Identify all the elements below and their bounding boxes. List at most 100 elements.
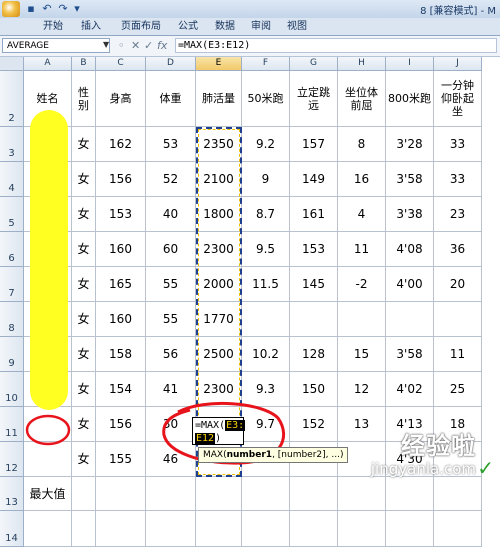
cell-h10[interactable]: 12 bbox=[338, 372, 386, 407]
cell-h5[interactable]: 4 bbox=[338, 197, 386, 232]
row-header-5[interactable]: 5 bbox=[0, 197, 24, 232]
col-header-a[interactable]: A bbox=[24, 57, 72, 71]
cell-d13[interactable] bbox=[146, 477, 196, 511]
formula-input[interactable]: =MAX(E3:E12) bbox=[175, 38, 497, 53]
insert-function-icon[interactable]: fx bbox=[157, 39, 167, 53]
col-header-f[interactable]: F bbox=[242, 57, 290, 71]
cell-f10[interactable]: 9.3 bbox=[242, 372, 290, 407]
cell-edit-box[interactable]: =MAX(E3: E12) bbox=[192, 417, 246, 445]
cell-c6[interactable]: 160 bbox=[96, 232, 146, 267]
cell-g2[interactable]: 立定跳 远 bbox=[290, 71, 338, 127]
cell-g14[interactable] bbox=[290, 511, 338, 547]
cell-i14[interactable] bbox=[386, 511, 434, 547]
cell-a12[interactable] bbox=[24, 442, 72, 477]
cell-c3[interactable]: 162 bbox=[96, 127, 146, 162]
cell-f6[interactable]: 9.5 bbox=[242, 232, 290, 267]
cell-b6[interactable]: 女 bbox=[72, 232, 96, 267]
cell-f13[interactable] bbox=[242, 477, 290, 511]
cell-f9[interactable]: 10.2 bbox=[242, 337, 290, 372]
cell-f8[interactable] bbox=[242, 302, 290, 337]
col-header-h[interactable]: H bbox=[338, 57, 386, 71]
cell-d6[interactable]: 60 bbox=[146, 232, 196, 267]
cell-i9[interactable]: 3'58 bbox=[386, 337, 434, 372]
cell-h6[interactable]: 11 bbox=[338, 232, 386, 267]
cell-d2[interactable]: 体重 bbox=[146, 71, 196, 127]
row-header-10[interactable]: 10 bbox=[0, 372, 24, 407]
tab-formulas[interactable]: 公式 bbox=[170, 19, 206, 34]
cell-g10[interactable]: 150 bbox=[290, 372, 338, 407]
cancel-icon[interactable]: ✕ bbox=[131, 39, 140, 53]
redo-icon[interactable]: ↷ bbox=[56, 2, 70, 16]
cell-d7[interactable]: 55 bbox=[146, 267, 196, 302]
col-header-j[interactable]: J bbox=[434, 57, 482, 71]
tab-insert[interactable]: 插入 bbox=[73, 19, 109, 34]
cell-d14[interactable] bbox=[146, 511, 196, 547]
cell-c9[interactable]: 158 bbox=[96, 337, 146, 372]
cell-f2[interactable]: 50米跑 bbox=[242, 71, 290, 127]
cell-j2[interactable]: 一分钟 仰卧起 坐 bbox=[434, 71, 482, 127]
cell-c7[interactable]: 165 bbox=[96, 267, 146, 302]
undo-icon[interactable]: ↶ bbox=[40, 2, 54, 16]
cell-c14[interactable] bbox=[96, 511, 146, 547]
cell-b9[interactable]: 女 bbox=[72, 337, 96, 372]
cell-i6[interactable]: 4'08 bbox=[386, 232, 434, 267]
select-all-corner[interactable] bbox=[0, 57, 24, 71]
row-header-8[interactable]: 8 bbox=[0, 302, 24, 337]
cell-b14[interactable] bbox=[72, 511, 96, 547]
cell-f11[interactable]: 9.7 bbox=[242, 407, 290, 442]
cell-i7[interactable]: 4'00 bbox=[386, 267, 434, 302]
cell-f4[interactable]: 9 bbox=[242, 162, 290, 197]
cell-d5[interactable]: 40 bbox=[146, 197, 196, 232]
chevron-down-icon[interactable]: ▼ bbox=[103, 40, 109, 49]
tab-review[interactable]: 审阅 bbox=[243, 19, 279, 34]
row-header-2[interactable]: 2 bbox=[0, 71, 24, 127]
save-icon[interactable]: ▪ bbox=[24, 2, 38, 16]
cell-h2[interactable]: 坐位体 前屈 bbox=[338, 71, 386, 127]
tab-data[interactable]: 数据 bbox=[207, 19, 243, 34]
cell-c11[interactable]: 156 bbox=[96, 407, 146, 442]
cell-g9[interactable]: 128 bbox=[290, 337, 338, 372]
cell-b8[interactable]: 女 bbox=[72, 302, 96, 337]
cell-h8[interactable] bbox=[338, 302, 386, 337]
cell-c2[interactable]: 身高 bbox=[96, 71, 146, 127]
row-header-13[interactable]: 13 bbox=[0, 477, 24, 511]
cell-i10[interactable]: 4'02 bbox=[386, 372, 434, 407]
cell-f5[interactable]: 8.7 bbox=[242, 197, 290, 232]
cell-b2[interactable]: 性 别 bbox=[72, 71, 96, 127]
cell-c5[interactable]: 153 bbox=[96, 197, 146, 232]
cell-b5[interactable]: 女 bbox=[72, 197, 96, 232]
cell-h7[interactable]: -2 bbox=[338, 267, 386, 302]
cell-j14[interactable] bbox=[434, 511, 482, 547]
cell-h14[interactable] bbox=[338, 511, 386, 547]
customize-toolbar-icon[interactable]: ▾ bbox=[70, 2, 84, 16]
office-button-icon[interactable] bbox=[2, 1, 20, 17]
name-box[interactable]: AVERAGE bbox=[2, 38, 110, 53]
cell-d4[interactable]: 52 bbox=[146, 162, 196, 197]
cell-d9[interactable]: 56 bbox=[146, 337, 196, 372]
cell-d3[interactable]: 53 bbox=[146, 127, 196, 162]
cell-b13[interactable] bbox=[72, 477, 96, 511]
cell-h9[interactable]: 15 bbox=[338, 337, 386, 372]
cell-j3[interactable]: 33 bbox=[434, 127, 482, 162]
cell-d8[interactable]: 55 bbox=[146, 302, 196, 337]
col-header-c[interactable]: C bbox=[96, 57, 146, 71]
cell-f14[interactable] bbox=[242, 511, 290, 547]
cell-a13[interactable]: 最大值 bbox=[24, 477, 72, 511]
cell-h3[interactable]: 8 bbox=[338, 127, 386, 162]
tab-page-layout[interactable]: 页面布局 bbox=[112, 19, 170, 34]
cell-c12[interactable]: 155 bbox=[96, 442, 146, 477]
row-header-6[interactable]: 6 bbox=[0, 232, 24, 267]
col-header-g[interactable]: G bbox=[290, 57, 338, 71]
cell-d10[interactable]: 41 bbox=[146, 372, 196, 407]
cell-i3[interactable]: 3'28 bbox=[386, 127, 434, 162]
cell-g4[interactable]: 149 bbox=[290, 162, 338, 197]
cell-b10[interactable]: 女 bbox=[72, 372, 96, 407]
cell-e14[interactable] bbox=[196, 511, 242, 547]
cell-d12[interactable]: 46 bbox=[146, 442, 196, 477]
cell-h4[interactable]: 16 bbox=[338, 162, 386, 197]
cell-j9[interactable]: 11 bbox=[434, 337, 482, 372]
cell-c4[interactable]: 156 bbox=[96, 162, 146, 197]
row-header-12[interactable]: 12 bbox=[0, 442, 24, 477]
cell-c8[interactable]: 160 bbox=[96, 302, 146, 337]
cell-g6[interactable]: 153 bbox=[290, 232, 338, 267]
